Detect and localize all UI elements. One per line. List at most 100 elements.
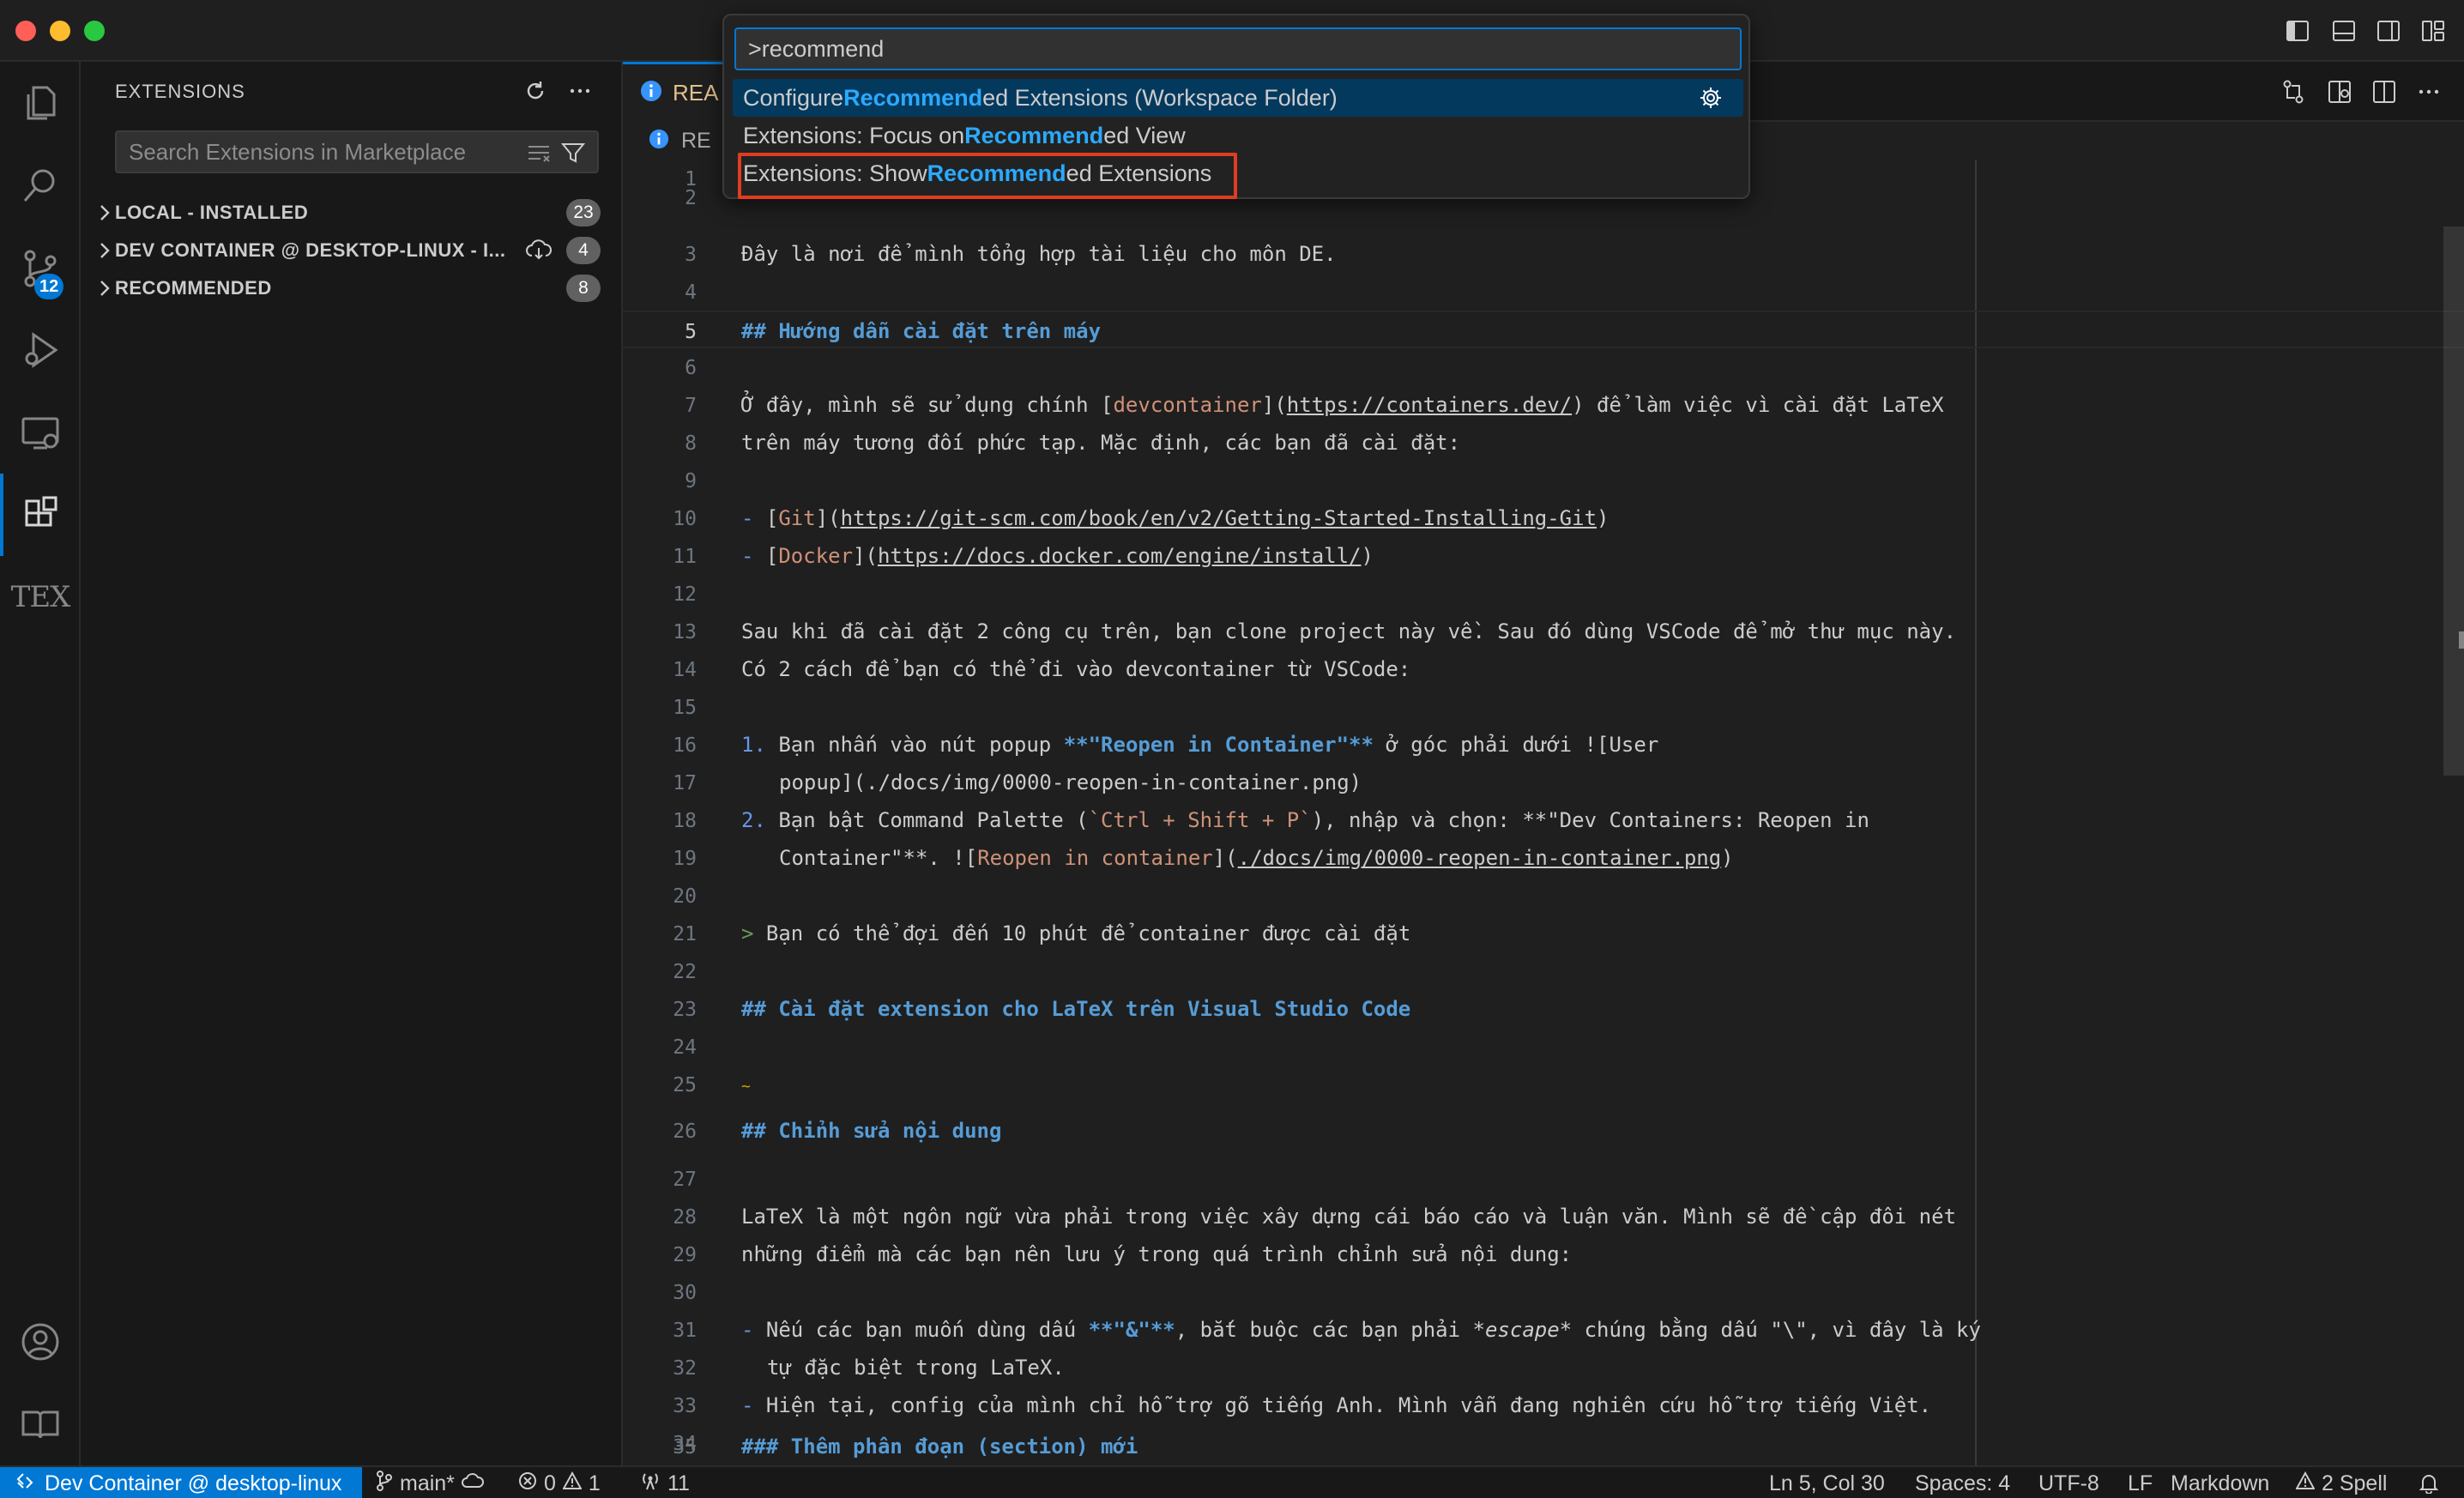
more-actions-icon[interactable] (565, 76, 595, 106)
line-number: 8 (685, 432, 697, 455)
gear-icon[interactable] (1697, 84, 1724, 112)
end-of-line[interactable]: LF (2128, 1467, 2153, 1498)
section-dev-container[interactable]: DEV CONTAINER @ DESKTOP-LINUX - I... 4 (81, 232, 621, 269)
line-text: ) (1721, 846, 1734, 870)
section-label: LOCAL - INSTALLED (115, 202, 309, 223)
close-window-button[interactable] (15, 21, 36, 41)
cloud-download-icon[interactable] (525, 239, 553, 265)
book-icon[interactable] (0, 1383, 81, 1465)
link-url[interactable]: ./docs/img/0000-reopen-in-container.png (1238, 846, 1722, 870)
line-text: chúng bằng dấu "\", vì đây là ký (1572, 1318, 1981, 1342)
extensions-icon[interactable] (0, 474, 81, 556)
cursor-position[interactable]: Ln 5, Col 30 (1769, 1467, 1885, 1498)
code-line: 15 (623, 688, 2464, 726)
branch-label: main* (400, 1471, 455, 1495)
line-number: 29 (673, 1244, 697, 1266)
remote-indicator[interactable]: Dev Container @ desktop-linux (0, 1467, 362, 1498)
code-editor[interactable]: 1 2 3 Đây là nơi để mình tổng hợp tài liệ… (623, 160, 2464, 1465)
customize-layout-icon[interactable] (2419, 17, 2447, 45)
refresh-icon[interactable] (520, 76, 551, 106)
clear-filter-icon[interactable] (525, 139, 553, 166)
spell-indicator[interactable]: 2 Spell (2295, 1467, 2387, 1498)
link-url[interactable]: https://git-scm.com/book/en/v2/Getting-S… (841, 506, 1597, 530)
quote-marker: > (741, 921, 766, 945)
line-text: ở góc phải dưới ![User (1373, 733, 1659, 757)
palette-item-show-recommended[interactable]: Extensions: Show Recommend ed Extensions (733, 154, 1743, 192)
line-text: những điểm mà các bạn nên lưu ý trong qu… (741, 1242, 1573, 1266)
command-palette-input[interactable] (736, 29, 1740, 69)
command-palette: Configure Recommended Extensions (Worksp… (722, 14, 1750, 199)
explorer-icon[interactable] (0, 62, 81, 144)
item-text: ed Extensions (1066, 160, 1212, 186)
remote-label: Dev Container @ desktop-linux (45, 1471, 342, 1495)
error-icon (518, 1471, 537, 1496)
line-text: Ở đây, mình sẽ sử dụng chính [ (741, 393, 1114, 417)
heading-text: ### Thêm phân đoạn (section) mới (741, 1435, 1138, 1459)
cloud-sync-icon[interactable] (461, 1471, 484, 1496)
open-preview-icon[interactable] (2325, 77, 2354, 106)
link-url[interactable]: https://containers.dev/ (1287, 393, 1572, 417)
code-line: 16 1. Bạn nhấn vào nút popup **"Reopen in… (623, 726, 2464, 764)
code-line: 7 Ở đây, mình sẽ sử dụng chính [devcontai… (623, 386, 2464, 424)
minimize-window-button[interactable] (50, 21, 70, 41)
scroll-thumb[interactable] (2443, 227, 2464, 776)
line-text: ]( (815, 506, 841, 530)
split-editor-icon[interactable] (2370, 77, 2399, 106)
code-span: `Ctrl + Shift + P` (1088, 808, 1312, 832)
item-match: Recommend (964, 122, 1104, 148)
filter-icon[interactable] (559, 139, 587, 166)
extensions-search-input[interactable] (117, 132, 520, 172)
toggle-secondary-sidebar-icon[interactable] (2375, 17, 2402, 45)
branch-icon (376, 1470, 393, 1497)
link-url[interactable]: https://docs.docker.com/engine/install/ (878, 544, 1362, 568)
editor-scrollbar[interactable] (2440, 160, 2464, 1465)
notifications-icon[interactable] (2419, 1467, 2438, 1498)
tab-readme[interactable]: REA (623, 62, 724, 122)
line-text: ), nhập và chọn: **"Dev Containers: Reop… (1311, 808, 1869, 832)
run-and-debug-icon[interactable] (0, 309, 81, 391)
code-line: 2 (623, 187, 2464, 235)
code-line: 9 (623, 462, 2464, 499)
ports-indicator[interactable]: 11 (640, 1467, 690, 1498)
section-local-installed[interactable]: LOCAL - INSTALLED 23 (81, 194, 621, 232)
more-actions-icon[interactable] (2414, 77, 2443, 106)
indentation[interactable]: Spaces: 4 (1915, 1467, 2010, 1498)
accounts-icon[interactable] (0, 1301, 81, 1383)
italic-text: *escape* (1472, 1318, 1573, 1342)
encoding[interactable]: UTF-8 (2038, 1467, 2099, 1498)
toggle-primary-sidebar-icon[interactable] (2284, 17, 2311, 45)
code-line: 28 LaTeX là một ngôn ngữ vừa phải trong v… (623, 1198, 2464, 1235)
palette-item-focus-recommended[interactable]: Extensions: Focus on Recommend ed View (733, 117, 1743, 154)
section-recommended[interactable]: RECOMMENDED 8 (81, 269, 621, 307)
palette-item-configure-recommended[interactable]: Configure Recommend ed Extensions (Worksp… (733, 79, 1743, 117)
code-line: 8 trên máy tương đối phức tạp. Mặc định, … (623, 424, 2464, 462)
language-label: Markdown (2171, 1471, 2270, 1495)
item-text: ed View (1103, 122, 1186, 148)
line-text: Nếu các bạn muốn dùng dấu (765, 1318, 1089, 1342)
branch-indicator[interactable]: main* (376, 1467, 484, 1498)
error-count: 0 (544, 1471, 556, 1495)
code-line: 17 popup](./docs/img/0000-reopen-in-conta… (623, 764, 2464, 801)
maximize-window-button[interactable] (84, 21, 105, 41)
line-number: 35 (673, 1436, 697, 1459)
line-number: 13 (673, 621, 697, 643)
source-control-icon[interactable]: 12 (0, 227, 81, 309)
chevron-right-icon (93, 199, 117, 227)
extensions-sidebar: EXTENSIONS LOCAL - INSTALLED 23 DEV CONT… (81, 62, 623, 1465)
problems-indicator[interactable]: 0 1 (518, 1467, 601, 1498)
code-line: 27 (623, 1160, 2464, 1198)
line-number: 23 (673, 999, 697, 1021)
search-icon[interactable] (0, 144, 81, 227)
line-text: Bạn bật Command Palette ( (778, 808, 1089, 832)
toggle-panel-icon[interactable] (2330, 17, 2358, 45)
sidebar-title: EXTENSIONS (115, 81, 245, 102)
status-bar: Dev Container @ desktop-linux main* 0 1 … (0, 1465, 2464, 1498)
remote-explorer-icon[interactable] (0, 391, 81, 474)
language-mode[interactable]: Markdown (2171, 1467, 2269, 1498)
line-number: 3 (685, 244, 697, 266)
compare-changes-icon[interactable] (2279, 77, 2308, 106)
line-number: 6 (685, 357, 697, 379)
line-text: ) để làm việc vì cài đặt LaTeX (1572, 393, 1944, 417)
item-text: Configure (743, 84, 844, 111)
tex-icon[interactable]: TEX (0, 556, 81, 638)
